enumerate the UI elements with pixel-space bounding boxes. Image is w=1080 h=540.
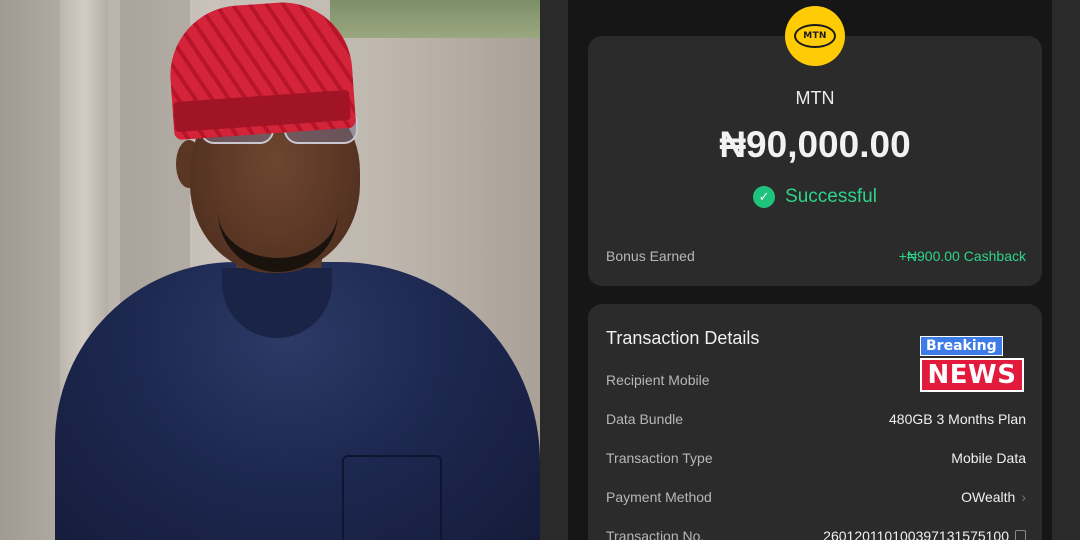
- phone-screenshot: MTN MTN ₦90,000.00 ✓ Successful Bonus Ea…: [540, 0, 1080, 540]
- transaction-number-value: 260120110100397131575100: [823, 528, 1009, 540]
- foliage: [330, 0, 540, 38]
- detail-label: Recipient Mobile: [606, 372, 710, 388]
- bonus-value: +₦900.00 Cashback: [898, 248, 1026, 264]
- detail-row-payment-method[interactable]: Payment Method OWealth ›: [606, 487, 1026, 507]
- detail-row-data-bundle: Data Bundle 480GB 3 Months Plan: [606, 409, 1026, 429]
- detail-label: Payment Method: [606, 489, 712, 505]
- mtn-logo-oval: MTN: [794, 24, 836, 48]
- detail-value: 480GB 3 Months Plan: [889, 411, 1026, 427]
- robe-pocket: [342, 455, 442, 540]
- details-title: Transaction Details: [606, 328, 760, 348]
- status-row: ✓ Successful: [588, 186, 1042, 208]
- payment-method-value: OWealth: [961, 489, 1016, 505]
- bonus-label: Bonus Earned: [606, 248, 695, 264]
- transaction-amount: ₦90,000.00: [719, 124, 911, 165]
- chevron-right-icon[interactable]: ›: [1021, 489, 1026, 505]
- detail-value: Mobile Data: [951, 450, 1026, 466]
- detail-row-transaction-no: Transaction No. 260120110100397131575100: [606, 526, 1026, 540]
- breaking-news-sticker: Breaking NEWS: [920, 336, 1024, 394]
- status-text: Successful: [785, 186, 877, 207]
- detail-value-wrap: OWealth ›: [961, 489, 1026, 505]
- detail-label: Data Bundle: [606, 411, 684, 427]
- breaking-label: Breaking: [920, 336, 1003, 356]
- mtn-logo-icon: MTN: [785, 6, 845, 66]
- portrait-photo: [0, 0, 540, 540]
- detail-label: Transaction No.: [606, 528, 705, 540]
- mtn-logo-text: MTN: [803, 31, 827, 41]
- detail-value-wrap: 260120110100397131575100: [823, 528, 1026, 540]
- check-circle-icon: ✓: [753, 186, 776, 208]
- transaction-summary-card: MTN ₦90,000.00 ✓ Successful Bonus Earned…: [588, 36, 1042, 286]
- detail-label: Transaction Type: [606, 450, 713, 466]
- detail-row-transaction-type: Transaction Type Mobile Data: [606, 448, 1026, 468]
- provider-name: MTN: [795, 88, 835, 108]
- copy-icon[interactable]: [1015, 530, 1026, 540]
- news-label: NEWS: [920, 358, 1024, 392]
